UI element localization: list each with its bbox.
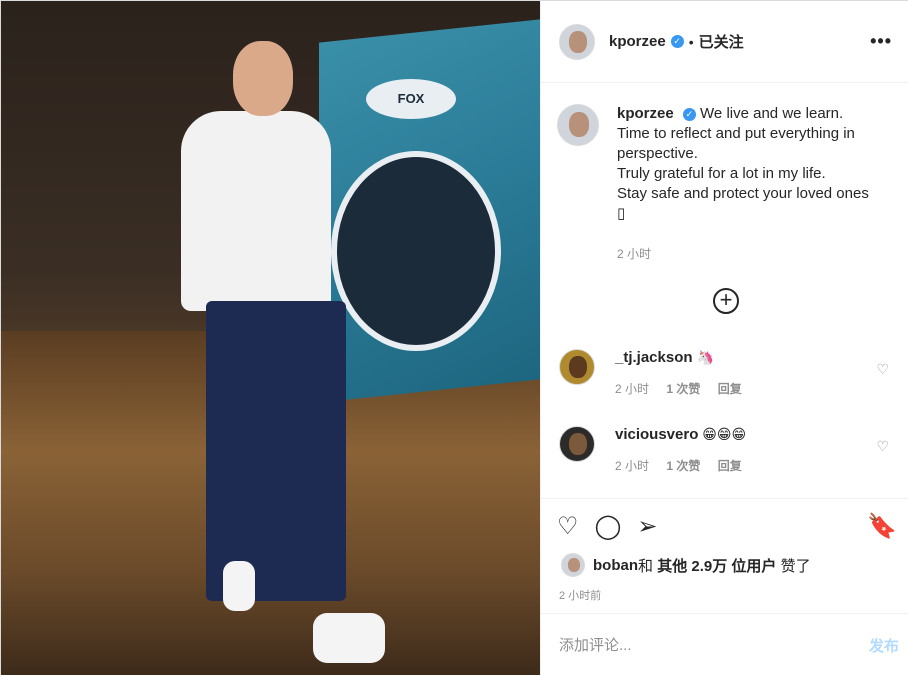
like-icon[interactable]: ♡ [557, 512, 579, 541]
shoe-left [223, 561, 255, 611]
more-options-icon[interactable]: ••• [870, 31, 892, 52]
bookmark-icon[interactable]: 🔖 [867, 512, 897, 541]
comment-username[interactable]: viciousvero [615, 426, 698, 443]
heart-icon[interactable]: ♡ [876, 361, 889, 378]
caption-line: Time to reflect and put everything in [617, 125, 855, 142]
add-comment-bar: 发布 [541, 613, 908, 675]
shoe-right [313, 613, 385, 663]
comment: _tj.jackson 🦄 2 小时 1 次赞 回复 ♡ [559, 349, 899, 397]
comment: viciousvero 😁😁😁 2 小时 1 次赞 回复 ♡ [559, 426, 899, 474]
caption-text: kporzee ✓ We live and we learn. Time to … [617, 104, 887, 264]
comment-likes[interactable]: 1 次赞 [666, 459, 700, 473]
share-icon[interactable]: ➢ [637, 512, 657, 541]
caption: kporzee ✓ We live and we learn. Time to … [541, 84, 908, 264]
post-photo[interactable]: FOX [1, 1, 540, 675]
person-shirt [181, 111, 331, 311]
comment-username[interactable]: _tj.jackson [615, 349, 693, 366]
person-head [233, 41, 293, 116]
caption-line: ▯ [617, 205, 626, 222]
caption-line: We live and we learn. [700, 105, 844, 122]
separator: • [688, 33, 694, 50]
likes-connector: 和 [638, 557, 654, 575]
post-header: kporzee ✓ • 已关注 ••• [541, 1, 908, 83]
comment-meta: 2 小时 1 次赞 回复 [615, 457, 756, 474]
liker-username[interactable]: boban [593, 557, 638, 574]
comment-input[interactable] [559, 636, 869, 654]
reply-button[interactable]: 回复 [718, 459, 742, 473]
action-bar: ♡ ◯ ➢ 🔖 [557, 511, 897, 541]
post-time[interactable]: 2 小时前 [559, 587, 601, 603]
liker-avatar[interactable] [561, 553, 585, 577]
avatar[interactable] [559, 23, 595, 60]
comment-icon[interactable]: ◯ [595, 512, 622, 541]
caption-line: perspective. [617, 145, 698, 162]
comments-section: kporzee ✓ We live and we learn. Time to … [541, 84, 908, 499]
team-logo [331, 151, 501, 351]
comment-time[interactable]: 2 小时 [615, 459, 649, 473]
person-pants [206, 301, 346, 601]
comment-avatar[interactable] [559, 426, 595, 462]
comment-body: viciousvero 😁😁😁 2 小时 1 次赞 回复 [615, 426, 756, 474]
comment-meta: 2 小时 1 次赞 回复 [615, 380, 756, 397]
publish-button[interactable]: 发布 [869, 635, 899, 656]
verified-icon: ✓ [682, 107, 696, 121]
comment-text: 😁😁😁 [702, 426, 747, 442]
post-dialog: FOX kporzee ✓ • 已关注 ••• kporzee ✓ We liv… [0, 0, 908, 675]
caption-avatar[interactable] [557, 104, 599, 146]
post-sidebar: kporzee ✓ • 已关注 ••• kporzee ✓ We live an… [540, 1, 908, 675]
caption-username[interactable]: kporzee [617, 105, 674, 122]
comment-time[interactable]: 2 小时 [615, 382, 649, 396]
load-more-comments-icon[interactable]: + [713, 288, 739, 314]
comment-avatar[interactable] [559, 349, 595, 385]
reply-button[interactable]: 回复 [718, 382, 742, 396]
heart-icon[interactable]: ♡ [876, 438, 889, 455]
verified-icon: ✓ [670, 35, 684, 48]
comment-text: 🦄 [696, 349, 714, 365]
caption-line: Truly grateful for a lot in my life. [617, 165, 826, 182]
header-username[interactable]: kporzee [609, 33, 666, 50]
comment-body: _tj.jackson 🦄 2 小时 1 次赞 回复 [615, 349, 756, 397]
likes-summary: boban 和 其他 2.9万 位用户 赞了 [561, 553, 811, 577]
comment-likes[interactable]: 1 次赞 [666, 382, 700, 396]
likes-suffix: 赞了 [780, 557, 811, 575]
caption-line: Stay safe and protect your loved ones [617, 185, 869, 202]
fox-sports-logo: FOX [366, 79, 456, 119]
likes-count[interactable]: 其他 2.9万 位用户 [657, 555, 776, 576]
follow-button[interactable]: 已关注 [699, 31, 744, 52]
caption-time[interactable]: 2 小时 [617, 244, 887, 264]
